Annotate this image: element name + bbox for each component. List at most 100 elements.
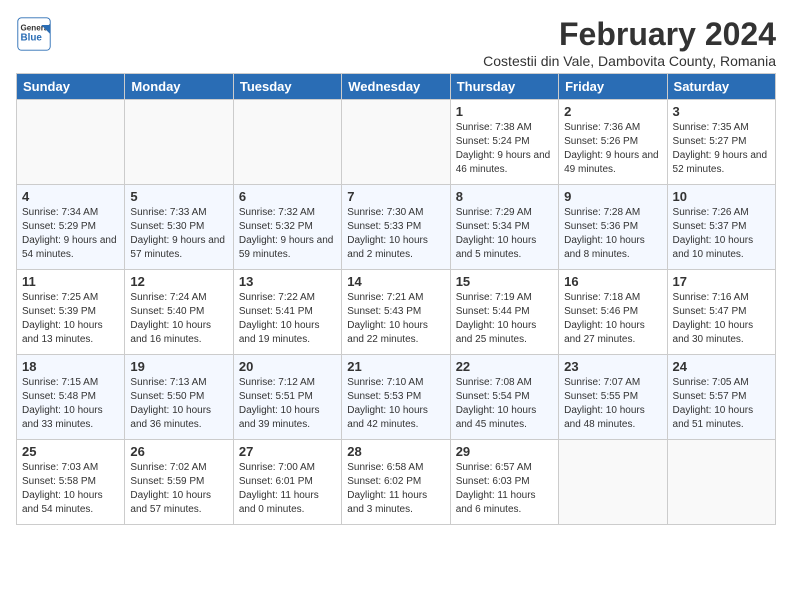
- calendar-cell: 8 Sunrise: 7:29 AM Sunset: 5:34 PM Daylig…: [450, 185, 558, 270]
- day-detail: Sunrise: 7:18 AM Sunset: 5:46 PM Dayligh…: [564, 291, 661, 347]
- day-detail: Sunrise: 7:10 AM Sunset: 5:53 PM Dayligh…: [347, 376, 444, 432]
- calendar-cell: 14 Sunrise: 7:21 AM Sunset: 5:43 PM Dayli…: [342, 270, 450, 355]
- day-detail: Sunrise: 7:33 AM Sunset: 5:30 PM Dayligh…: [130, 206, 227, 262]
- day-number: 18: [22, 359, 119, 374]
- calendar-cell: 5Sunrise: 7:33 AM Sunset: 5:30 PM Daylig…: [125, 185, 233, 270]
- day-detail: Sunrise: 7:08 AM Sunset: 5:54 PM Dayligh…: [456, 376, 553, 432]
- day-header-thursday: Thursday: [450, 74, 558, 100]
- day-number: 24: [673, 359, 770, 374]
- calendar-cell: 16 Sunrise: 7:18 AM Sunset: 5:46 PM Dayli…: [559, 270, 667, 355]
- day-number: 8: [456, 189, 553, 204]
- calendar-cell: 3 Sunrise: 7:35 AM Sunset: 5:27 PM Daylig…: [667, 100, 775, 185]
- calendar-cell: 24 Sunrise: 7:05 AM Sunset: 5:57 PM Dayli…: [667, 355, 775, 440]
- day-number: 9: [564, 189, 661, 204]
- day-number: 14: [347, 274, 444, 289]
- day-header-saturday: Saturday: [667, 74, 775, 100]
- calendar-cell: 26 Sunrise: 7:02 AM Sunset: 5:59 PM Dayli…: [125, 440, 233, 525]
- day-number: 20: [239, 359, 336, 374]
- calendar-week-row: 4 Sunrise: 7:34 AM Sunset: 5:29 PM Daylig…: [17, 185, 776, 270]
- day-number: 19: [130, 359, 227, 374]
- day-detail: Sunrise: 7:19 AM Sunset: 5:44 PM Dayligh…: [456, 291, 553, 347]
- calendar-cell: 28 Sunrise: 6:58 AM Sunset: 6:02 PM Dayli…: [342, 440, 450, 525]
- day-number: 1: [456, 104, 553, 119]
- day-detail: Sunrise: 7:29 AM Sunset: 5:34 PM Dayligh…: [456, 206, 553, 262]
- calendar-cell: [233, 100, 341, 185]
- day-number: 26: [130, 444, 227, 459]
- day-number: 16: [564, 274, 661, 289]
- calendar-cell: 6 Sunrise: 7:32 AM Sunset: 5:32 PM Daylig…: [233, 185, 341, 270]
- calendar-cell: 2 Sunrise: 7:36 AM Sunset: 5:26 PM Daylig…: [559, 100, 667, 185]
- day-detail: Sunrise: 7:12 AM Sunset: 5:51 PM Dayligh…: [239, 376, 336, 432]
- calendar-header-row: SundayMondayTuesdayWednesdayThursdayFrid…: [17, 74, 776, 100]
- day-number: 28: [347, 444, 444, 459]
- calendar-cell: 23 Sunrise: 7:07 AM Sunset: 5:55 PM Dayli…: [559, 355, 667, 440]
- day-number: 10: [673, 189, 770, 204]
- calendar-cell: 4 Sunrise: 7:34 AM Sunset: 5:29 PM Daylig…: [17, 185, 125, 270]
- day-number: 21: [347, 359, 444, 374]
- calendar-cell: [559, 440, 667, 525]
- day-detail: Sunrise: 7:38 AM Sunset: 5:24 PM Dayligh…: [456, 121, 553, 177]
- day-detail: Sunrise: 7:03 AM Sunset: 5:58 PM Dayligh…: [22, 461, 119, 517]
- calendar-cell: [125, 100, 233, 185]
- day-header-monday: Monday: [125, 74, 233, 100]
- day-number: 17: [673, 274, 770, 289]
- day-number: 2: [564, 104, 661, 119]
- calendar-cell: [342, 100, 450, 185]
- calendar-cell: 25 Sunrise: 7:03 AM Sunset: 5:58 PM Dayli…: [17, 440, 125, 525]
- day-detail: Sunrise: 7:32 AM Sunset: 5:32 PM Dayligh…: [239, 206, 336, 262]
- logo: General Blue: [16, 16, 52, 52]
- day-number: 15: [456, 274, 553, 289]
- day-number: 12: [130, 274, 227, 289]
- day-number: 6: [239, 189, 336, 204]
- calendar-cell: 7 Sunrise: 7:30 AM Sunset: 5:33 PM Daylig…: [342, 185, 450, 270]
- calendar-cell: 20 Sunrise: 7:12 AM Sunset: 5:51 PM Dayli…: [233, 355, 341, 440]
- day-number: 25: [22, 444, 119, 459]
- location-subtitle: Costestii din Vale, Dambovita County, Ro…: [483, 53, 776, 69]
- day-detail: Sunrise: 7:30 AM Sunset: 5:33 PM Dayligh…: [347, 206, 444, 262]
- calendar-cell: [17, 100, 125, 185]
- calendar-cell: 21 Sunrise: 7:10 AM Sunset: 5:53 PM Dayli…: [342, 355, 450, 440]
- day-detail: Sunrise: 7:28 AM Sunset: 5:36 PM Dayligh…: [564, 206, 661, 262]
- day-detail: Sunrise: 6:57 AM Sunset: 6:03 PM Dayligh…: [456, 461, 553, 517]
- day-detail: Sunrise: 7:02 AM Sunset: 5:59 PM Dayligh…: [130, 461, 227, 517]
- calendar-cell: 18Sunrise: 7:15 AM Sunset: 5:48 PM Dayli…: [17, 355, 125, 440]
- day-number: 27: [239, 444, 336, 459]
- calendar-cell: 9 Sunrise: 7:28 AM Sunset: 5:36 PM Daylig…: [559, 185, 667, 270]
- calendar-week-row: 18Sunrise: 7:15 AM Sunset: 5:48 PM Dayli…: [17, 355, 776, 440]
- day-detail: Sunrise: 7:05 AM Sunset: 5:57 PM Dayligh…: [673, 376, 770, 432]
- day-header-sunday: Sunday: [17, 74, 125, 100]
- calendar-cell: 19 Sunrise: 7:13 AM Sunset: 5:50 PM Dayli…: [125, 355, 233, 440]
- day-detail: Sunrise: 7:34 AM Sunset: 5:29 PM Dayligh…: [22, 206, 119, 262]
- day-number: 29: [456, 444, 553, 459]
- calendar-table: SundayMondayTuesdayWednesdayThursdayFrid…: [16, 73, 776, 525]
- day-detail: Sunrise: 7:07 AM Sunset: 5:55 PM Dayligh…: [564, 376, 661, 432]
- day-number: 7: [347, 189, 444, 204]
- day-detail: Sunrise: 7:13 AM Sunset: 5:50 PM Dayligh…: [130, 376, 227, 432]
- day-detail: Sunrise: 7:21 AM Sunset: 5:43 PM Dayligh…: [347, 291, 444, 347]
- day-detail: Sunrise: 7:00 AM Sunset: 6:01 PM Dayligh…: [239, 461, 336, 517]
- day-header-friday: Friday: [559, 74, 667, 100]
- calendar-week-row: 25 Sunrise: 7:03 AM Sunset: 5:58 PM Dayli…: [17, 440, 776, 525]
- day-detail: Sunrise: 7:36 AM Sunset: 5:26 PM Dayligh…: [564, 121, 661, 177]
- day-detail: Sunrise: 6:58 AM Sunset: 6:02 PM Dayligh…: [347, 461, 444, 517]
- day-detail: Sunrise: 7:35 AM Sunset: 5:27 PM Dayligh…: [673, 121, 770, 177]
- day-number: 4: [22, 189, 119, 204]
- day-detail: Sunrise: 7:26 AM Sunset: 5:37 PM Dayligh…: [673, 206, 770, 262]
- day-number: 23: [564, 359, 661, 374]
- calendar-cell: 11Sunrise: 7:25 AM Sunset: 5:39 PM Dayli…: [17, 270, 125, 355]
- calendar-cell: [667, 440, 775, 525]
- day-number: 11: [22, 274, 119, 289]
- calendar-cell: 1 Sunrise: 7:38 AM Sunset: 5:24 PM Daylig…: [450, 100, 558, 185]
- calendar-cell: 15 Sunrise: 7:19 AM Sunset: 5:44 PM Dayli…: [450, 270, 558, 355]
- logo-icon: General Blue: [16, 16, 52, 52]
- day-detail: Sunrise: 7:24 AM Sunset: 5:40 PM Dayligh…: [130, 291, 227, 347]
- day-number: 3: [673, 104, 770, 119]
- calendar-cell: 10 Sunrise: 7:26 AM Sunset: 5:37 PM Dayli…: [667, 185, 775, 270]
- calendar-week-row: 1 Sunrise: 7:38 AM Sunset: 5:24 PM Daylig…: [17, 100, 776, 185]
- day-detail: Sunrise: 7:16 AM Sunset: 5:47 PM Dayligh…: [673, 291, 770, 347]
- calendar-cell: 29 Sunrise: 6:57 AM Sunset: 6:03 PM Dayli…: [450, 440, 558, 525]
- day-header-tuesday: Tuesday: [233, 74, 341, 100]
- day-detail: Sunrise: 7:22 AM Sunset: 5:41 PM Dayligh…: [239, 291, 336, 347]
- page-header: General Blue February 2024 Costestii din…: [16, 16, 776, 69]
- calendar-cell: 13Sunrise: 7:22 AM Sunset: 5:41 PM Dayli…: [233, 270, 341, 355]
